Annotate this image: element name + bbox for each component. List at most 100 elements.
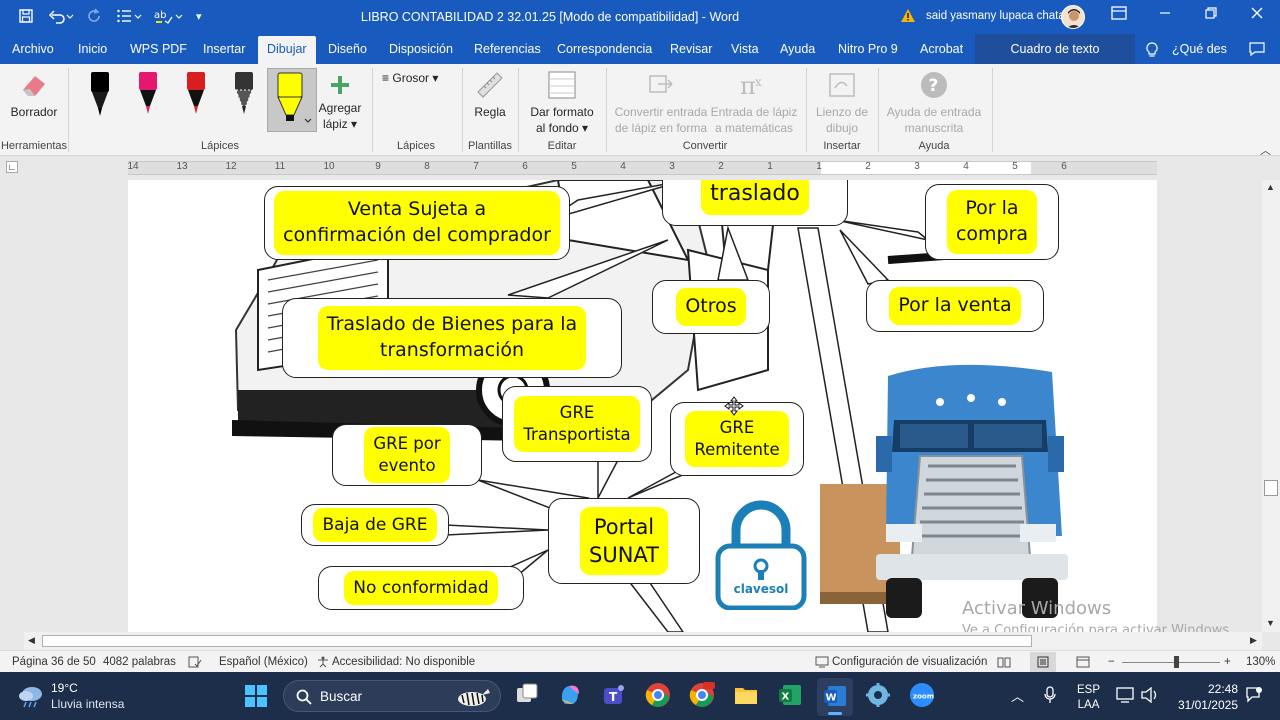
zoom-app-icon[interactable]: zoom xyxy=(909,682,935,713)
vertical-scrollbar[interactable]: ▲ ▼ xyxy=(1262,180,1280,632)
minimize-icon[interactable] xyxy=(1142,6,1188,23)
bubble-no-conformidad[interactable]: No conformidad xyxy=(318,566,524,610)
weather-temp[interactable]: 19°C xyxy=(51,681,78,695)
tab-cuadro-de-texto[interactable]: Cuadro de texto xyxy=(975,34,1135,64)
document-page[interactable]: Venta Sujeta a confirmación del comprador… xyxy=(128,180,1157,632)
language[interactable]: Español (México) xyxy=(219,656,308,668)
document-area[interactable]: Venta Sujeta a confirmación del comprador… xyxy=(0,180,1262,632)
excel-icon[interactable]: X xyxy=(777,682,803,713)
taskbar-search[interactable]: Buscar xyxy=(283,680,501,712)
tab-disposicion[interactable]: Disposición xyxy=(389,42,453,56)
highlighter-yellow[interactable] xyxy=(267,68,317,132)
windows-start-icon[interactable] xyxy=(244,684,268,713)
pen-pink[interactable] xyxy=(136,70,160,123)
tab-dibujar[interactable]: Dibujar xyxy=(258,36,316,64)
tab-referencias[interactable]: Referencias xyxy=(474,42,541,56)
clock[interactable]: 22:48 31/01/2025 xyxy=(1172,681,1238,713)
web-layout-icon[interactable] xyxy=(1076,656,1090,671)
pen-red[interactable] xyxy=(184,70,208,123)
restore-icon[interactable] xyxy=(1188,6,1234,23)
tab-acrobat[interactable]: Acrobat xyxy=(920,42,963,56)
page-count[interactable]: Página 36 de 50 xyxy=(12,656,96,668)
tab-revisar[interactable]: Revisar xyxy=(670,42,712,56)
word-taskbar-icon[interactable]: W xyxy=(817,678,853,716)
zoom-in-icon[interactable]: + xyxy=(1224,656,1231,668)
bubble-por-la-compra[interactable]: Por la compra xyxy=(925,184,1059,260)
bubble-gre-transportista[interactable]: GRE Transportista xyxy=(502,386,652,462)
bubble-otros[interactable]: Otros xyxy=(652,280,770,334)
bubble-traslado-bienes[interactable]: Traslado de Bienes para la transformación xyxy=(282,298,622,378)
volume-icon[interactable] xyxy=(1141,686,1159,708)
horizontal-ruler[interactable]: ∟ 14 13 12 11 10 9 8 7 6 5 4 3 2 1 1 2 3 4 5 6 xyxy=(0,156,1280,180)
chrome-icon[interactable] xyxy=(645,682,671,713)
user-name[interactable]: said yasmany lupaca chata xyxy=(926,10,1065,22)
ribbon-display-icon[interactable] xyxy=(1096,6,1142,24)
display-settings[interactable]: Configuración de visualización xyxy=(832,656,987,668)
pencil-gray[interactable] xyxy=(232,70,256,123)
tab-nitro[interactable]: Nitro Pro 9 xyxy=(838,42,898,56)
tab-inicio[interactable]: Inicio xyxy=(78,42,107,56)
weather-condition[interactable]: Lluvia intensa xyxy=(51,697,124,711)
close-icon[interactable] xyxy=(1234,6,1280,23)
drawing-canvas-button[interactable]: Lienzo de dibujo xyxy=(812,70,872,136)
chrome-profile-icon[interactable] xyxy=(689,682,715,713)
bubble-baja-de-gre[interactable]: Baja de GRE xyxy=(301,504,449,546)
read-mode-icon[interactable] xyxy=(997,656,1011,671)
microphone-icon[interactable] xyxy=(1043,686,1057,709)
warning-icon[interactable] xyxy=(900,8,916,23)
tab-correspondencia[interactable]: Correspondencia xyxy=(557,42,652,56)
lightbulb-icon[interactable] xyxy=(1146,42,1158,61)
zoom-slider-thumb[interactable] xyxy=(1174,656,1179,668)
scroll-up-icon[interactable]: ▲ xyxy=(1266,182,1275,192)
scroll-left-icon[interactable]: ◀ xyxy=(28,635,35,646)
format-background-button[interactable]: Dar formato al fondo ▾ xyxy=(524,70,600,136)
weather-icon[interactable] xyxy=(18,684,44,713)
copilot-icon[interactable] xyxy=(557,682,583,713)
display-settings-icon[interactable] xyxy=(815,656,829,671)
tab-ayuda[interactable]: Ayuda xyxy=(780,42,815,56)
vertical-scroll-thumb[interactable] xyxy=(1264,480,1278,496)
add-pen-button[interactable]: Agregar lápiz ▾ xyxy=(316,74,364,132)
word-count[interactable]: 4082 palabras xyxy=(103,656,176,668)
tell-me-search[interactable]: ¿Qué des xyxy=(1172,42,1227,56)
tab-diseno[interactable]: Diseño xyxy=(328,42,367,56)
zoom-slider[interactable] xyxy=(1122,656,1220,668)
input-language[interactable]: ESP LAA xyxy=(1077,683,1100,713)
bubble-venta-sujeta[interactable]: Venta Sujeta a confirmación del comprador xyxy=(264,186,570,260)
ink-help-button[interactable]: ? Ayuda de entrada manuscrita xyxy=(882,70,986,136)
horizontal-scrollbar[interactable]: ◀ ▶ xyxy=(24,632,1262,650)
ink-to-math-button[interactable]: πx Entrada de lápiz a matemáticas xyxy=(708,70,800,136)
thickness-button[interactable]: ≡ Grosor ▾ xyxy=(382,70,452,86)
scroll-down-icon[interactable]: ▼ xyxy=(1266,618,1275,628)
accessibility-icon[interactable] xyxy=(316,656,330,671)
tab-archivo[interactable]: Archivo xyxy=(12,42,54,56)
pen-black[interactable] xyxy=(88,70,112,123)
eraser-button[interactable]: Borrador xyxy=(8,72,60,120)
file-explorer-icon[interactable] xyxy=(733,682,759,713)
print-layout-icon[interactable] xyxy=(1030,652,1056,672)
notifications-icon[interactable] xyxy=(1245,686,1263,709)
zoom-level[interactable]: 130% xyxy=(1246,656,1275,668)
tab-insertar[interactable]: Insertar xyxy=(203,42,245,56)
avatar[interactable] xyxy=(1061,5,1085,29)
bubble-portal-sunat[interactable]: Portal SUNAT xyxy=(548,498,700,584)
bubble-por-la-venta[interactable]: Por la venta xyxy=(866,280,1044,332)
app-gear-icon[interactable] xyxy=(865,682,891,713)
ruler-button[interactable]: Regla xyxy=(468,70,512,120)
show-hidden-icons[interactable]: ︿ xyxy=(1011,686,1024,705)
network-icon[interactable] xyxy=(1116,687,1134,708)
horizontal-scroll-thumb[interactable] xyxy=(42,635,1032,647)
tab-wps-pdf[interactable]: WPS PDF xyxy=(130,42,187,56)
accessibility-status[interactable]: Accesibilidad: No disponible xyxy=(332,656,475,668)
bubble-traslado[interactable]: traslado xyxy=(662,180,848,226)
proofing-icon[interactable] xyxy=(188,656,202,671)
task-view-icon[interactable] xyxy=(514,682,540,713)
teams-icon[interactable]: T xyxy=(601,682,627,713)
tab-selector-icon[interactable]: ∟ xyxy=(6,161,18,173)
bubble-gre-por-evento[interactable]: GRE por evento xyxy=(332,424,482,486)
tab-vista[interactable]: Vista xyxy=(731,42,759,56)
comments-icon[interactable] xyxy=(1249,42,1265,59)
convert-shape-button[interactable]: Convertir entrada de lápiz en forma xyxy=(612,70,710,136)
scroll-right-icon[interactable]: ▶ xyxy=(1250,635,1257,646)
zoom-out-icon[interactable]: − xyxy=(1108,656,1115,668)
